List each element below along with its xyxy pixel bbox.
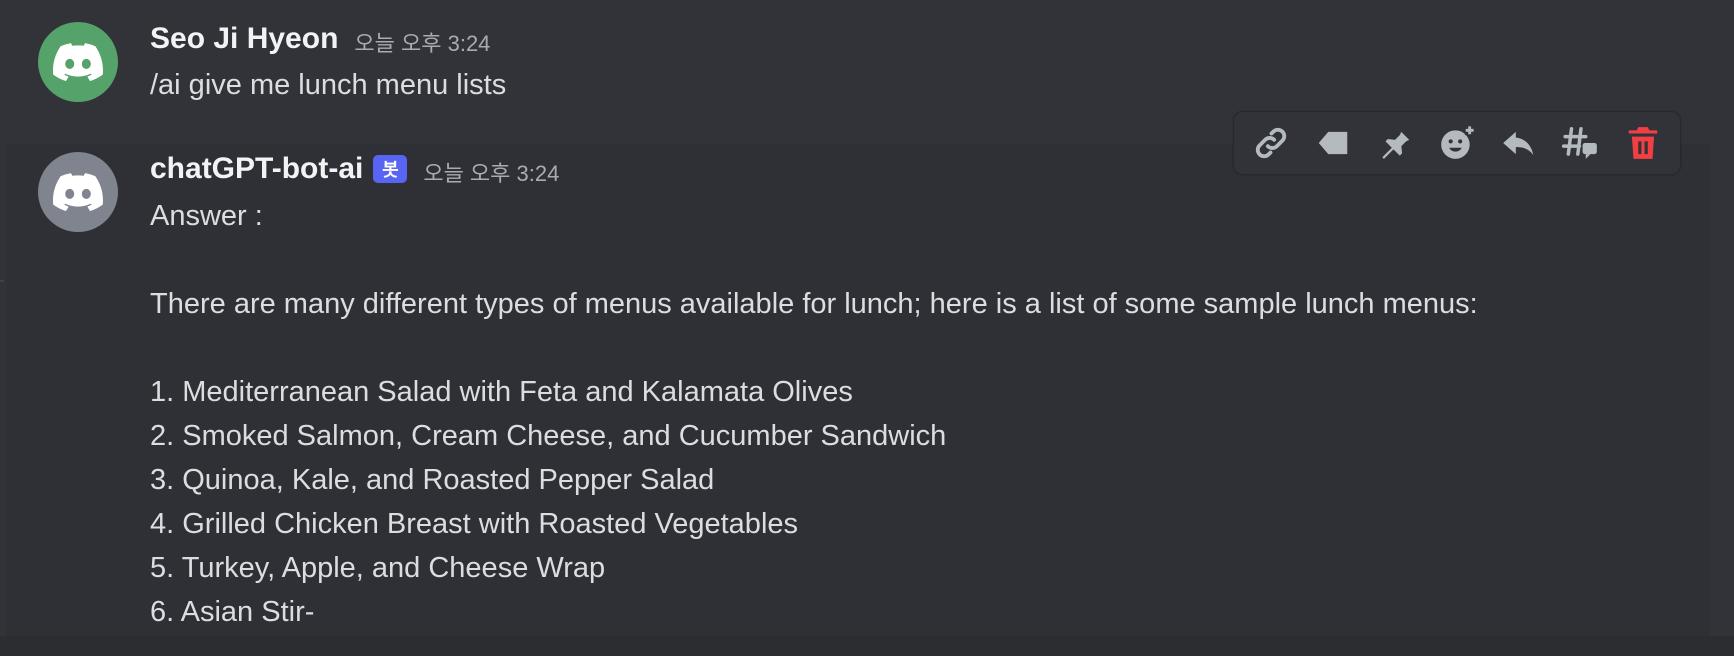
add-reaction-button[interactable]	[1431, 117, 1483, 169]
delete-message-button[interactable]	[1617, 117, 1669, 169]
username[interactable]: chatGPT-bot-ai	[150, 152, 363, 186]
copy-link-button[interactable]	[1245, 117, 1297, 169]
mark-unread-button[interactable]	[1307, 117, 1359, 169]
avatar[interactable]	[38, 152, 118, 232]
bot-badge: 봇	[373, 155, 408, 183]
trash-icon	[1628, 127, 1658, 159]
link-icon	[1255, 127, 1287, 159]
divider	[0, 280, 4, 282]
pin-icon	[1382, 128, 1410, 159]
thread-icon	[1562, 127, 1597, 159]
message-item[interactable]: chatGPT-bot-ai 봇 오늘 오후 3:24 Answer : The…	[6, 144, 1710, 636]
avatar[interactable]	[38, 22, 118, 102]
bookmark-tag-icon	[1318, 131, 1348, 155]
message-actions-toolbar	[1233, 111, 1681, 175]
message-content: /ai give me lunch menu lists	[150, 69, 507, 101]
timestamp[interactable]: 오늘 오후 3:24	[354, 26, 490, 58]
message-header: chatGPT-bot-ai 봇 오늘 오후 3:24	[150, 152, 559, 186]
message-header: Seo Ji Hyeon 오늘 오후 3:24	[150, 22, 490, 56]
pin-message-button[interactable]	[1369, 117, 1421, 169]
message-list-bottom	[0, 636, 1734, 656]
create-thread-button[interactable]	[1555, 117, 1607, 169]
discord-logo-icon	[53, 43, 103, 81]
reply-button[interactable]	[1493, 117, 1545, 169]
message-content: Answer : There are many different types …	[150, 200, 1478, 628]
discord-logo-icon	[53, 173, 103, 211]
reply-arrow-icon	[1503, 131, 1534, 155]
add-reaction-icon	[1441, 125, 1475, 159]
username[interactable]: Seo Ji Hyeon	[150, 22, 338, 56]
timestamp[interactable]: 오늘 오후 3:24	[423, 156, 559, 188]
